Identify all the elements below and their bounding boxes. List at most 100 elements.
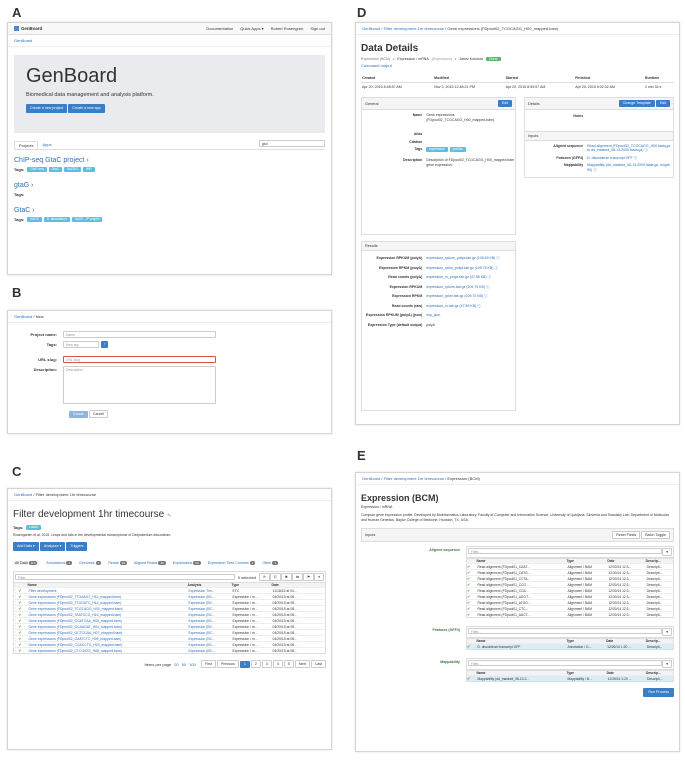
row-name[interactable]: Gene expressions (FDpool02_CTCGATG_H08_m… bbox=[28, 648, 188, 654]
nav-quick-apps[interactable]: Quick Apps ▾ bbox=[240, 26, 263, 31]
breadcrumb-home[interactable]: GenBoard bbox=[14, 314, 32, 319]
page-4[interactable]: 4 bbox=[272, 660, 283, 668]
info-icon[interactable]: ⓘ bbox=[493, 266, 498, 270]
table-row[interactable]: ⋮ ✔ Gene expressions (FDpool02_CTCGATG_H0… bbox=[13, 647, 326, 654]
row-menu-icon[interactable]: ⋮ bbox=[14, 643, 17, 647]
per-page-50[interactable]: 50 bbox=[182, 662, 186, 667]
cancel-button[interactable]: Cancel bbox=[88, 410, 109, 418]
per-page-100[interactable]: 100 bbox=[189, 662, 196, 667]
move-icon[interactable]: ⇆ bbox=[291, 573, 303, 581]
info-icon[interactable]: ⓘ bbox=[644, 148, 648, 152]
row-menu-icon[interactable]: ⋮ bbox=[14, 649, 17, 653]
mappability-link[interactable]: Mappability (dd_masked_08-13-2009.fasta.… bbox=[587, 163, 670, 172]
selector-row[interactable]: ✔ Mappability (dd_masked_08-13-2... Mappab… bbox=[466, 675, 674, 682]
filter-aligned-reads[interactable]: Aligned Reads 26 bbox=[134, 561, 166, 565]
nav-sign-out[interactable]: Sign out bbox=[310, 26, 325, 31]
breadcrumb-project[interactable]: Filter development 1hr timecourse bbox=[384, 26, 444, 31]
breadcrumb-home[interactable]: GenBoard bbox=[362, 26, 380, 31]
selector-row[interactable]: ✔ D. discoideum transcript GFF Annotation … bbox=[466, 643, 674, 650]
info-icon[interactable]: ⓘ bbox=[593, 168, 597, 172]
row-menu-icon[interactable]: ⋮ bbox=[14, 613, 17, 617]
info-icon[interactable]: ⓘ bbox=[485, 285, 490, 289]
tab-apps[interactable]: Apps bbox=[38, 141, 55, 149]
filter-genomes[interactable]: Genomes 0 bbox=[79, 561, 102, 565]
page-2[interactable]: 2 bbox=[250, 660, 261, 668]
result-link[interactable]: expression_rpkm.tab.gz (109.72 KB) bbox=[426, 294, 483, 298]
batch-toggle-button[interactable]: Batch Toggle bbox=[641, 531, 670, 539]
create-app-button[interactable]: Create a new app bbox=[68, 104, 105, 113]
result-link[interactable]: expression_rpkm_polya.tab.gz (109.76 KB) bbox=[426, 266, 493, 270]
project-tag[interactable]: Lasso bbox=[26, 525, 41, 530]
page-3[interactable]: 3 bbox=[261, 660, 272, 668]
flag-icon[interactable]: ⚑ bbox=[302, 573, 315, 581]
result-link[interactable]: expression_rc_polya.tab.gz (47.55 KB) bbox=[426, 275, 486, 279]
result-link[interactable]: expression_rc.tab.gz (47.89 KB) bbox=[426, 304, 476, 308]
page-5[interactable]: 5 bbox=[283, 660, 294, 668]
page-last[interactable]: Last bbox=[311, 660, 326, 668]
selector-filter-input[interactable]: Filter... bbox=[468, 628, 663, 634]
project-title[interactable]: GtaC › bbox=[14, 207, 325, 214]
run-process-button[interactable]: Run Process bbox=[643, 688, 674, 697]
filter-all-data[interactable]: All Data 110 bbox=[13, 561, 40, 565]
selector-filter-input[interactable]: Filter... bbox=[468, 660, 663, 666]
selector-dropdown-icon[interactable]: ▾ bbox=[662, 660, 672, 668]
nav-documentation[interactable]: Documentation bbox=[206, 26, 233, 31]
row-analysis[interactable]: Expression (BC... bbox=[188, 648, 232, 654]
project-tag[interactable]: GtaC bbox=[48, 167, 63, 172]
refresh-icon[interactable]: ⟳ bbox=[259, 573, 271, 581]
search-input[interactable]: gtul bbox=[259, 140, 325, 147]
delete-icon[interactable]: ✖ bbox=[280, 573, 292, 581]
info-icon[interactable]: ⓘ bbox=[487, 275, 492, 279]
breadcrumb-home[interactable]: GenBoard bbox=[14, 492, 32, 497]
project-tag[interactable]: hACE bbox=[27, 217, 42, 222]
filter-reads[interactable]: Reads 26 bbox=[108, 561, 128, 565]
breadcrumb[interactable]: GenBoard bbox=[8, 35, 331, 47]
breadcrumb-project[interactable]: Filter development 1hr timecourse bbox=[384, 476, 444, 481]
tag-input[interactable]: New tag bbox=[63, 341, 99, 348]
tab-projects[interactable]: Projects bbox=[14, 141, 39, 149]
filter-expressions[interactable]: Expressions 50 bbox=[173, 561, 201, 565]
page-1[interactable]: 1 bbox=[239, 660, 250, 668]
filter-annotations[interactable]: Annotations 0 bbox=[46, 561, 73, 565]
add-tag-button[interactable]: › bbox=[101, 341, 109, 348]
info-icon[interactable]: ⓘ bbox=[634, 156, 638, 160]
analyses-button[interactable]: Analyses ▾ bbox=[39, 542, 66, 551]
data-tag[interactable]: profiles bbox=[449, 147, 466, 152]
edit-general-button[interactable]: Edit bbox=[497, 100, 512, 107]
project-tag[interactable]: ChIP-seq bbox=[27, 167, 47, 172]
page-first[interactable]: First bbox=[200, 660, 216, 668]
result-link[interactable]: exp_json bbox=[426, 313, 440, 317]
filter-input[interactable]: Filter bbox=[15, 574, 235, 580]
project-tag[interactable]: hACE - IP project bbox=[71, 217, 103, 222]
info-icon[interactable]: ⓘ bbox=[495, 256, 500, 260]
selector-row[interactable]: ✔ Read alignment (FDpool01_AACT... Alignme… bbox=[466, 611, 674, 618]
command-output-link[interactable]: Command output bbox=[361, 63, 674, 68]
row-menu-icon[interactable]: ⋮ bbox=[14, 589, 17, 593]
info-icon[interactable]: ⓘ bbox=[476, 304, 481, 308]
pencil-icon[interactable]: ✎ bbox=[167, 513, 171, 519]
row-menu-icon[interactable]: ⋮ bbox=[14, 595, 17, 599]
info-icon[interactable]: ⓘ bbox=[483, 294, 488, 298]
project-tag[interactable]: IMP bbox=[82, 167, 95, 172]
row-menu-icon[interactable]: ⋮ bbox=[14, 607, 17, 611]
create-button[interactable]: Create bbox=[69, 411, 88, 418]
brand-link[interactable]: GenBoard bbox=[21, 26, 42, 31]
reset-fields-button[interactable]: Reset Fields bbox=[612, 531, 641, 539]
row-menu-icon[interactable]: ⋮ bbox=[14, 637, 17, 641]
nav-user[interactable]: Robert Rosengren bbox=[271, 26, 304, 31]
description-textarea[interactable]: Description bbox=[63, 366, 216, 404]
page-next[interactable]: Next bbox=[294, 660, 311, 668]
result-link[interactable]: expression_rpkum_polya.tab.gz (109.69 KB… bbox=[426, 256, 495, 260]
triggers-button[interactable]: Triggers bbox=[66, 542, 88, 551]
create-project-button[interactable]: Create a new project bbox=[26, 104, 68, 113]
project-title[interactable]: ChIP-seq GtaC project › bbox=[14, 157, 325, 164]
edit-details-button[interactable]: Edit bbox=[655, 100, 670, 107]
aligned-sequence-link[interactable]: Read alignment (FDpool02_TCGCAGG_H00.fas… bbox=[587, 144, 670, 153]
selector-filter-input[interactable]: Filter... bbox=[468, 548, 663, 554]
project-name-input[interactable]: Name bbox=[63, 331, 216, 338]
filter-other[interactable]: Other 4 bbox=[262, 561, 278, 565]
copy-icon[interactable]: ⎘ bbox=[270, 573, 281, 581]
filter-expression-time-courses[interactable]: Expression Time Courses 4 bbox=[208, 561, 256, 565]
row-menu-icon[interactable]: ⋮ bbox=[14, 625, 17, 629]
per-page-20[interactable]: 20 bbox=[174, 662, 178, 667]
